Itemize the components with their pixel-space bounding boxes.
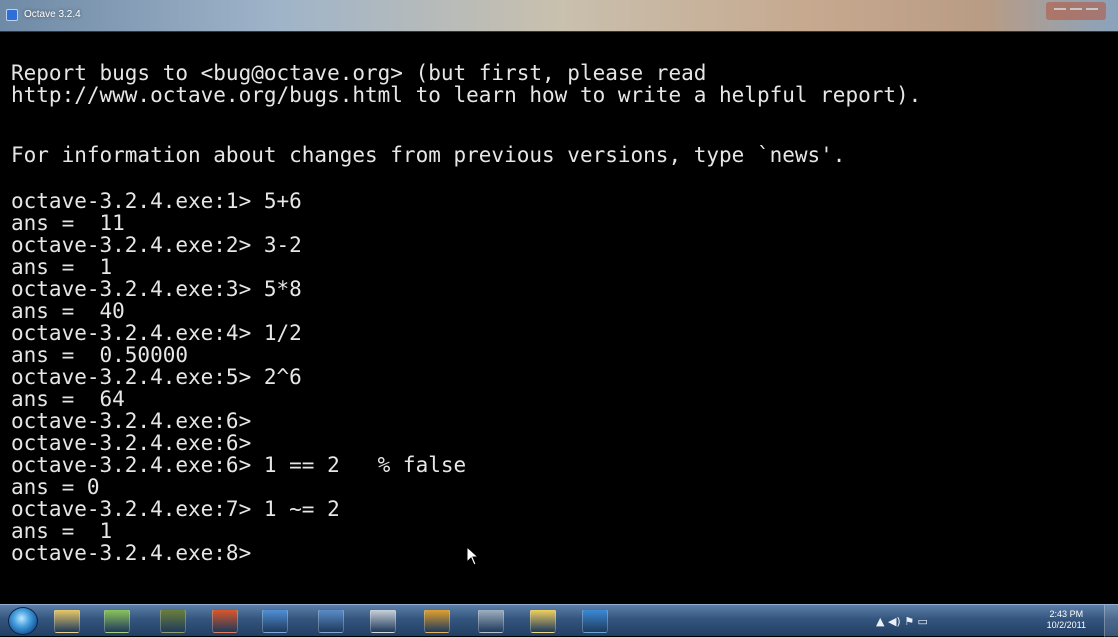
taskbar-user-icon[interactable] [318, 609, 344, 633]
console-line: ans = 0.50000 [11, 343, 189, 367]
console-line: octave-3.2.4.exe:4> 1/2 [11, 321, 302, 345]
taskbar-octave-icon[interactable] [582, 609, 608, 633]
terminal-output[interactable]: Report bugs to <bug@octave.org> (but fir… [0, 32, 1118, 604]
taskbar-chrome-icon[interactable] [424, 609, 450, 633]
console-line: ans = 64 [11, 387, 125, 411]
clock-date: 10/2/2011 [1046, 620, 1086, 630]
window-controls[interactable] [1046, 2, 1106, 20]
system-tray: ▲ ◀) ⚑ ▭ 2:43 PM 10/2/2011 [876, 605, 1086, 637]
console-line: ans = 40 [11, 299, 125, 323]
console-line: octave-3.2.4.exe:3> 5*8 [11, 277, 302, 301]
console-line: octave-3.2.4.exe:6> [11, 409, 252, 433]
console-line: octave-3.2.4.exe:6> [11, 431, 252, 455]
console-line: ans = 1 [11, 519, 113, 543]
console-line: octave-3.2.4.exe:6> 1 == 2 % false [11, 453, 467, 477]
console-line: octave-3.2.4.exe:8> [11, 541, 252, 565]
taskbar-python-icon[interactable] [530, 609, 556, 633]
minimize-button[interactable] [1054, 8, 1066, 14]
console-line: octave-3.2.4.exe:5> 2^6 [11, 365, 302, 389]
taskbar-disc-icon[interactable] [478, 609, 504, 633]
taskbar-printer-icon[interactable] [370, 609, 396, 633]
console-line: ans = 11 [11, 211, 125, 235]
close-button[interactable] [1086, 8, 1098, 14]
console-line: octave-3.2.4.exe:1> 5+6 [11, 189, 302, 213]
console-line: octave-3.2.4.exe:7> 1 ~= 2 [11, 497, 340, 521]
taskbar-notes-icon[interactable] [104, 609, 130, 633]
tray-icons[interactable]: ▲ ◀) ⚑ ▭ [876, 615, 928, 628]
start-button[interactable] [8, 607, 38, 635]
taskbar: ▲ ◀) ⚑ ▭ 2:43 PM 10/2/2011 [0, 604, 1118, 637]
taskbar-powerpoint-icon[interactable] [212, 609, 238, 633]
taskbar-network-icon[interactable] [262, 609, 288, 633]
taskbar-explorer-icon[interactable] [54, 609, 80, 633]
clock[interactable]: 2:43 PM 10/2/2011 [1047, 609, 1086, 631]
maximize-button[interactable] [1070, 8, 1082, 14]
taskbar-app-icon[interactable] [160, 609, 186, 633]
clock-time: 2:43 PM [1049, 609, 1084, 619]
show-desktop-button[interactable] [1104, 605, 1118, 637]
title-bar[interactable]: Octave 3.2.4 [0, 0, 1118, 32]
console-line: http://www.octave.org/bugs.html to learn… [11, 83, 922, 107]
console-line: octave-3.2.4.exe:2> 3-2 [11, 233, 302, 257]
mouse-pointer-icon [466, 546, 480, 566]
console-line: Report bugs to <bug@octave.org> (but fir… [11, 61, 707, 85]
window-title: Octave 3.2.4 [24, 9, 81, 20]
console-line: ans = 1 [11, 255, 113, 279]
console-line: For information about changes from previ… [11, 143, 846, 167]
console-line: ans = 0 [11, 475, 100, 499]
octave-app-icon [6, 9, 18, 21]
